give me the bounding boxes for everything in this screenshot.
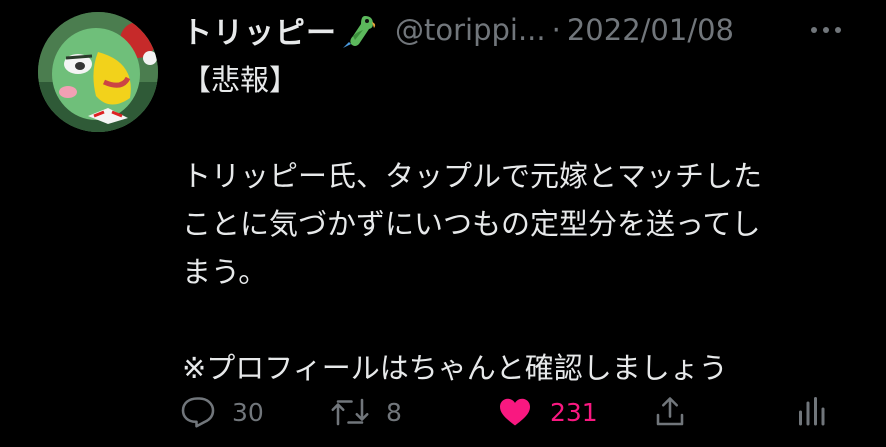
action-bar: 30 8 231: [180, 388, 860, 436]
analytics-button[interactable]: [796, 388, 826, 436]
avatar[interactable]: [38, 12, 158, 132]
share-button[interactable]: [652, 388, 688, 436]
parrot-emoji-icon: [339, 10, 379, 50]
share-icon: [656, 397, 684, 426]
retweet-count: 8: [386, 397, 402, 427]
analytics-icon: [799, 397, 825, 426]
user-handle[interactable]: @torippi...: [395, 13, 546, 47]
reply-icon: [181, 397, 215, 428]
reply-button[interactable]: 30: [180, 388, 264, 436]
tweet-header: トリッピー @torippi... · 2022/01/08: [182, 8, 734, 52]
like-count: 231: [550, 397, 598, 427]
tweet-text: 【悲報】 トリッピー氏、タップルで元嫁とマッチした ことに気づかずにいつもの定型…: [182, 63, 763, 385]
retweet-button[interactable]: 8: [330, 388, 402, 436]
like-button[interactable]: 231: [496, 388, 598, 436]
tweet-date[interactable]: 2022/01/08: [567, 13, 734, 47]
display-name[interactable]: トリッピー: [182, 8, 337, 52]
tweet[interactable]: トリッピー @torippi... · 2022/01/08 【悲報】 トリッピ…: [0, 0, 886, 447]
more-icon[interactable]: [806, 18, 846, 42]
separator-dot: ·: [551, 13, 561, 47]
reply-count: 30: [232, 397, 264, 427]
retweet-icon: [331, 398, 369, 426]
heart-icon: [500, 398, 530, 426]
avatar-image: [38, 12, 158, 132]
